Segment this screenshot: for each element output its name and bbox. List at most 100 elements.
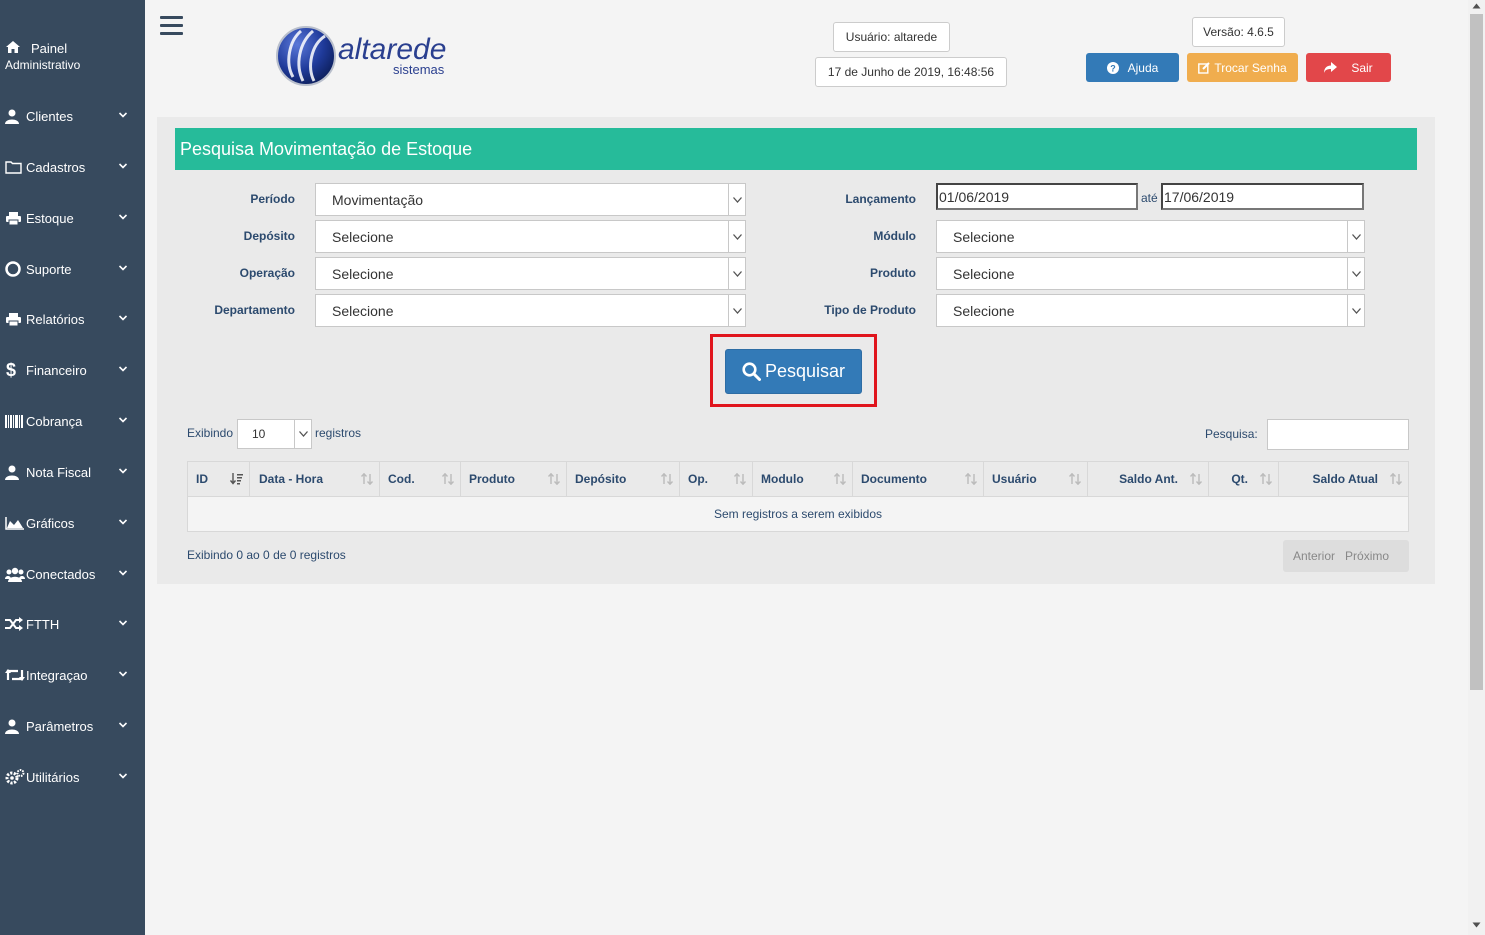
sidebar-item-integracao[interactable]: Integraçao <box>0 658 145 692</box>
operacao-select[interactable]: Selecione <box>315 257 746 290</box>
periodo-select[interactable]: Movimentação <box>315 183 746 216</box>
search-button-label: Pesquisar <box>764 361 846 381</box>
sidebar-item-label: Relatórios <box>26 311 85 327</box>
sidebar-item-estoque[interactable]: Estoque <box>0 201 145 235</box>
sort-icon <box>1190 473 1202 485</box>
search-button[interactable]: Pesquisar <box>725 349 862 394</box>
search-icon <box>742 362 761 381</box>
search-label: Pesquisa: <box>1205 427 1258 441</box>
sidebar-item-ftth[interactable]: FTTH <box>0 607 145 641</box>
tipo-produto-label: Tipo de Produto <box>824 303 916 317</box>
folder-icon <box>0 160 26 174</box>
sidebar-item-parametros[interactable]: Parâmetros <box>0 709 145 743</box>
sidebar-item-relatorios[interactable]: Relatórios <box>0 302 145 336</box>
departamento-select[interactable]: Selecione <box>315 294 746 327</box>
sidebar: Painel Administrativo Clientes Cadastros… <box>0 0 145 935</box>
column-header-label: ID <box>196 472 208 486</box>
date-to-input[interactable]: 17/06/2019 <box>1161 183 1364 210</box>
column-header-produto[interactable]: Produto <box>461 462 567 496</box>
column-header-label: Documento <box>861 472 927 486</box>
scrollbar-thumb[interactable] <box>1470 14 1483 690</box>
menu-toggle-icon[interactable] <box>160 16 183 35</box>
sidebar-item-cobranca[interactable]: Cobrança <box>0 404 145 438</box>
chevron-down-icon <box>119 468 127 474</box>
sidebar-item-label: Painel <box>31 41 68 56</box>
lifebuoy-icon <box>0 261 26 277</box>
sort-icon <box>734 473 746 485</box>
table-info: Exibindo 0 ao 0 de 0 registros <box>187 548 346 562</box>
change-password-button[interactable]: Trocar Senha <box>1187 53 1298 82</box>
logo-sphere-icon <box>276 26 336 86</box>
modulo-label: Módulo <box>873 229 916 243</box>
sidebar-item-cadastros[interactable]: Cadastros <box>0 150 145 184</box>
sidebar-item-label: Suporte <box>26 261 72 277</box>
logout-label: Sair <box>1351 60 1373 75</box>
chevron-down-icon <box>119 265 127 271</box>
page-size-value: 10 <box>252 427 266 441</box>
help-button[interactable]: ? Ajuda <box>1086 53 1179 82</box>
chevron-down-icon <box>1347 258 1364 289</box>
column-header-data-hora[interactable]: Data - Hora <box>250 462 380 496</box>
random-icon <box>0 617 26 631</box>
lancamento-label: Lançamento <box>845 192 916 206</box>
user-icon <box>0 465 26 480</box>
produto-value: Selecione <box>953 265 1015 282</box>
scroll-up-icon[interactable] <box>1472 3 1481 9</box>
departamento-value: Selecione <box>332 302 394 319</box>
scroll-down-icon[interactable] <box>1472 922 1481 928</box>
logout-button[interactable]: Sair <box>1306 53 1391 82</box>
produto-select[interactable]: Selecione <box>936 257 1365 290</box>
column-header-label: Produto <box>469 472 515 486</box>
sidebar-item-label: Parâmetros <box>26 718 94 734</box>
sort-icon <box>965 473 977 485</box>
vertical-scrollbar[interactable] <box>1468 0 1485 935</box>
tipo-produto-select[interactable]: Selecione <box>936 294 1365 327</box>
retweet-icon <box>0 668 26 682</box>
sidebar-item-graficos[interactable]: Gráficos <box>0 506 145 540</box>
sort-icon <box>548 473 560 485</box>
deposito-select[interactable]: Selecione <box>315 220 746 253</box>
sidebar-item-label: Conectados <box>26 566 96 582</box>
users-icon <box>0 567 26 582</box>
area-chart-icon <box>0 516 26 530</box>
column-header-op[interactable]: Op. <box>680 462 753 496</box>
sidebar-item-label: Financeiro <box>26 362 87 378</box>
sidebar-item-label: Estoque <box>26 210 74 226</box>
column-header-usuario[interactable]: Usuário <box>984 462 1088 496</box>
column-header-saldo-ant[interactable]: Saldo Ant. <box>1088 462 1209 496</box>
sidebar-item-clientes[interactable]: Clientes <box>0 99 145 133</box>
page-size-select[interactable]: 10 <box>237 419 312 449</box>
modulo-select[interactable]: Selecione <box>936 220 1365 253</box>
edit-icon <box>1198 61 1211 74</box>
column-header-deposito[interactable]: Depósito <box>567 462 680 496</box>
sidebar-item-financeiro[interactable]: $ Financeiro <box>0 353 145 387</box>
column-header-documento[interactable]: Documento <box>853 462 984 496</box>
column-header-label: Saldo Ant. <box>1119 472 1178 486</box>
column-header-modulo[interactable]: Modulo <box>753 462 853 496</box>
column-header-qt[interactable]: Qt. <box>1209 462 1279 496</box>
tipo-produto-value: Selecione <box>953 302 1015 319</box>
search-input[interactable] <box>1267 419 1409 450</box>
sidebar-item-nota-fiscal[interactable]: Nota Fiscal <box>0 455 145 489</box>
column-header-id[interactable]: ID <box>188 462 250 496</box>
sidebar-item-utilitarios[interactable]: Utilitários <box>0 760 145 794</box>
sidebar-item-suporte[interactable]: Suporte <box>0 252 145 286</box>
chevron-down-icon <box>119 671 127 677</box>
barcode-icon <box>0 414 26 428</box>
sidebar-item-label: Administrativo <box>5 58 81 72</box>
next-page-button[interactable]: Próximo <box>1345 549 1399 563</box>
chevron-down-icon <box>728 295 745 326</box>
date-from-input[interactable]: 01/06/2019 <box>936 183 1138 210</box>
logo-subtext: sistemas <box>393 62 445 77</box>
records-label: registros <box>315 426 362 440</box>
previous-page-button[interactable]: Anterior <box>1283 549 1345 563</box>
sidebar-item-conectados[interactable]: Conectados <box>0 557 145 591</box>
chevron-down-icon <box>119 417 127 423</box>
sidebar-item-label: Cobrança <box>26 413 83 429</box>
column-header-cod[interactable]: Cod. <box>380 462 461 496</box>
dollar-icon: $ <box>6 359 17 380</box>
column-header-saldo-atual[interactable]: Saldo Atual <box>1279 462 1408 496</box>
chevron-down-icon <box>119 722 127 728</box>
periodo-value: Movimentação <box>332 191 424 208</box>
sort-icon <box>834 473 846 485</box>
